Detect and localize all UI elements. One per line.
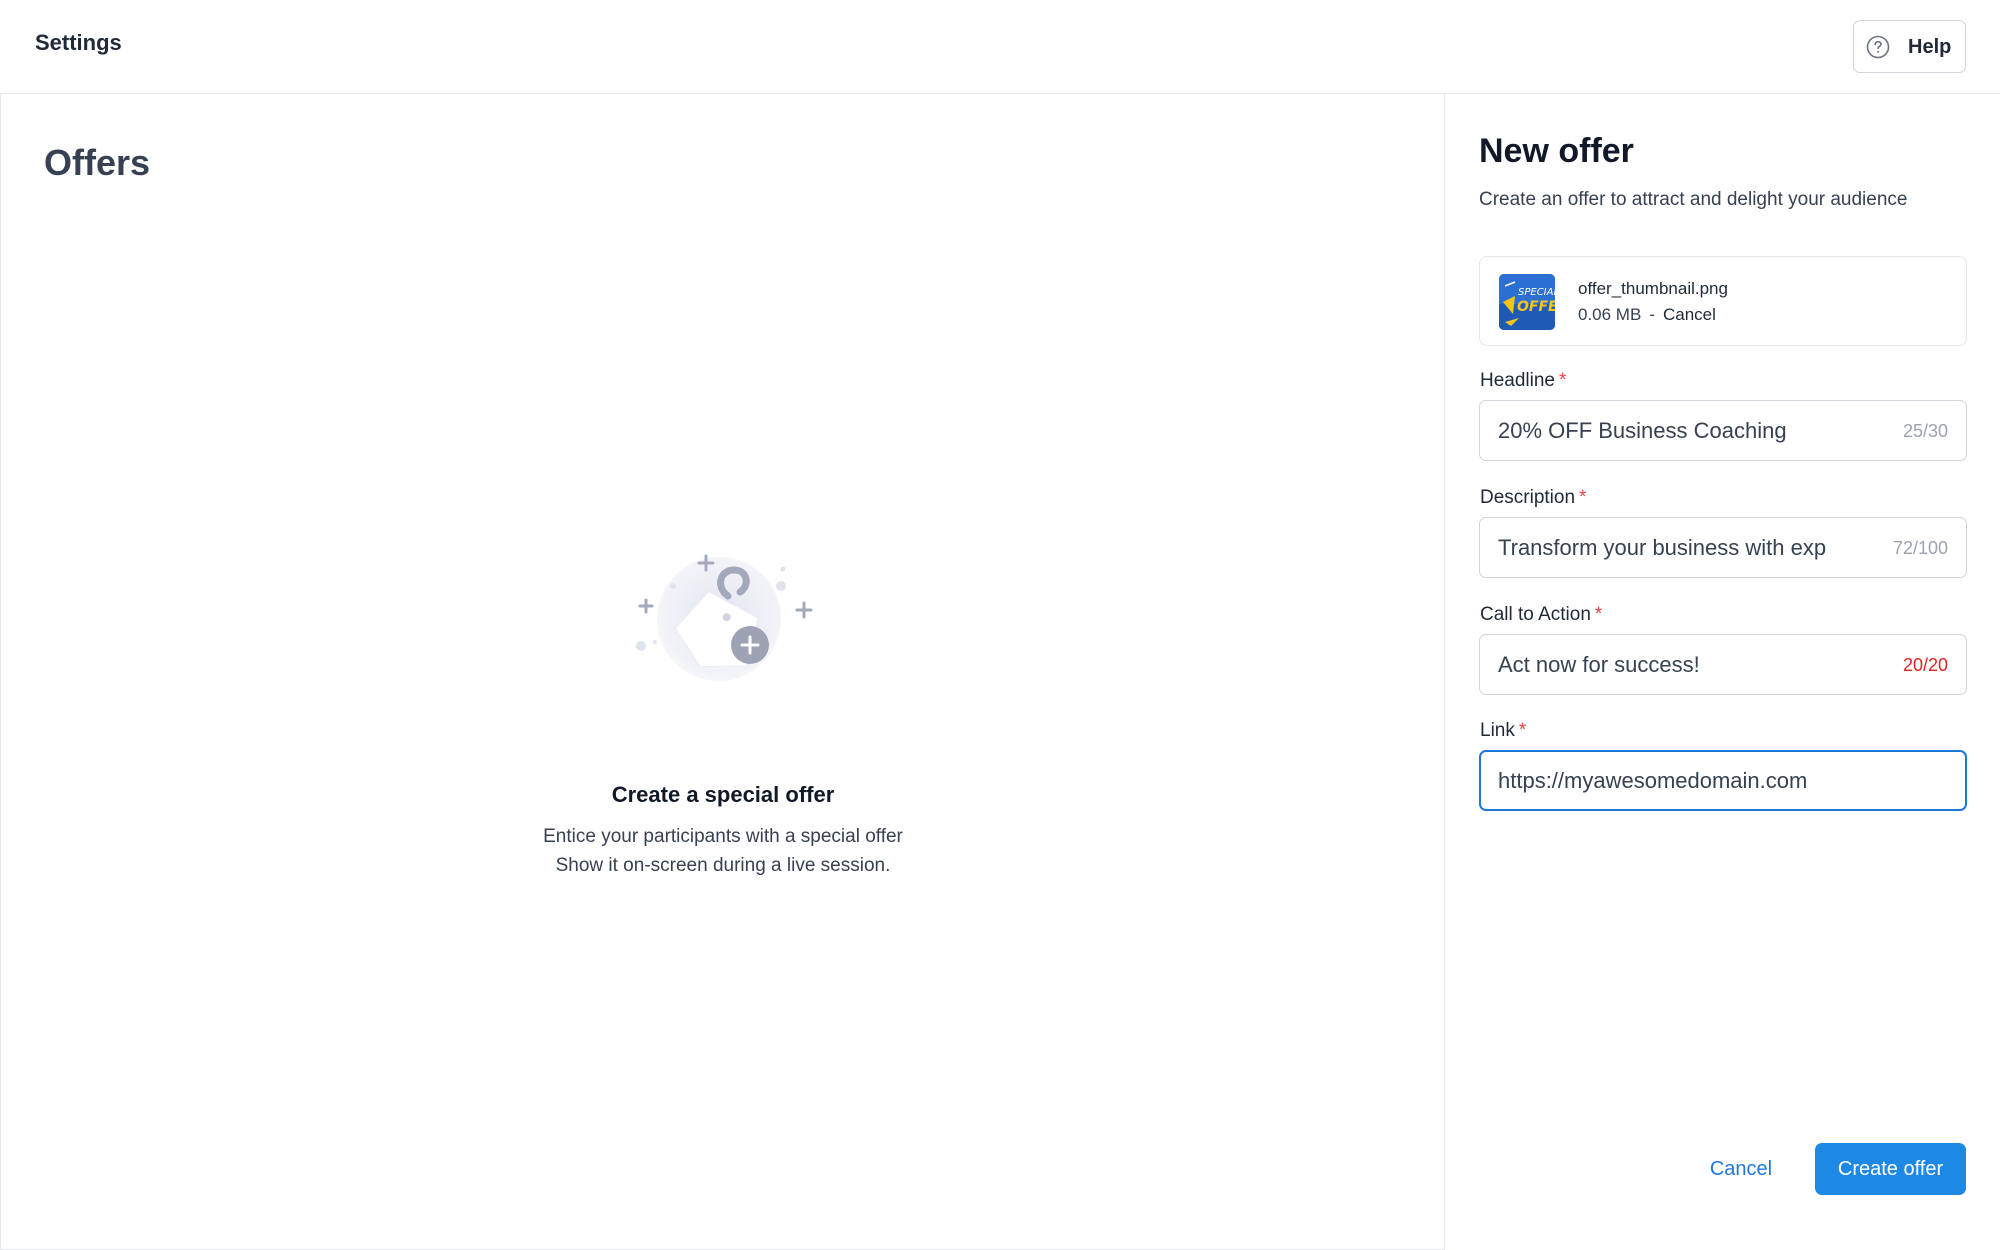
empty-state-line-1: Entice your participants with a special … [543, 826, 903, 847]
offer-tag-illustration-icon [636, 554, 813, 681]
cta-input[interactable]: Act now for success! 20/20 [1479, 634, 1967, 695]
required-marker: * [1518, 720, 1527, 741]
cta-label-text: Call to Action [1480, 604, 1591, 625]
top-bar: Settings Help [0, 0, 2000, 94]
empty-state-line-2: Show it on-screen during a live session. [555, 855, 891, 876]
link-label: Link * [1480, 720, 1526, 742]
cta-value: Act now for success! [1498, 652, 1700, 677]
question-circle-icon [1866, 35, 1890, 59]
required-marker: * [1559, 370, 1567, 391]
panel-title: New offer [1479, 132, 1634, 170]
file-upload-cancel-link[interactable]: Cancel [1663, 305, 1716, 325]
cancel-button[interactable]: Cancel [1688, 1143, 1794, 1195]
headline-value: 20% OFF Business Coaching [1498, 418, 1787, 443]
new-offer-panel: New offer Create an offer to attract and… [1444, 94, 2000, 1250]
svg-text:SPECIAL: SPECIAL [1518, 287, 1555, 298]
description-input[interactable]: Transform your business with exp 72/100 [1479, 517, 1967, 578]
file-name: offer_thumbnail.png [1578, 279, 1728, 298]
special-offer-thumbnail-icon: SPECIAL OFFER [1499, 274, 1555, 330]
offer-thumbnail-image: SPECIAL OFFER [1499, 274, 1555, 330]
cta-char-counter: 20/20 [1902, 655, 1948, 675]
file-meta-separator: - [1649, 305, 1655, 324]
description-char-counter: 72/100 [1892, 538, 1948, 558]
headline-label-text: Headline [1480, 370, 1555, 391]
required-marker: * [1594, 604, 1603, 625]
link-input[interactable]: https://myawesomedomain.com [1479, 750, 1967, 811]
uploaded-file-card: SPECIAL OFFER offer_thumbnail.png 0.06 M… [1479, 256, 1967, 346]
help-label: Help [1908, 36, 1952, 58]
file-size: 0.06 MB [1578, 305, 1642, 324]
cta-label: Call to Action * [1480, 604, 1602, 626]
page-title: Offers [44, 142, 151, 183]
description-label-text: Description [1480, 487, 1576, 508]
empty-state-heading: Create a special offer [611, 782, 835, 807]
description-label: Description * [1480, 487, 1586, 509]
create-offer-button[interactable]: Create offer [1815, 1143, 1966, 1195]
offers-main: Offers Create a special offer Entice you… [0, 94, 1444, 1250]
file-meta: 0.06 MB - Cancel [1578, 305, 1716, 325]
headline-label: Headline * [1480, 370, 1566, 392]
help-button[interactable]: Help [1853, 20, 1966, 73]
panel-subtitle: Create an offer to attract and delight y… [1479, 189, 1908, 210]
headline-char-counter: 25/30 [1902, 421, 1948, 441]
link-value: https://myawesomedomain.com [1498, 768, 1808, 793]
link-label-text: Link [1480, 720, 1515, 741]
required-marker: * [1579, 487, 1587, 508]
headline-input[interactable]: 20% OFF Business Coaching 25/30 [1479, 400, 1967, 461]
description-value: Transform your business with exp [1498, 535, 1827, 560]
settings-title: Settings [35, 30, 122, 55]
svg-text:OFFER: OFFER [1517, 299, 1555, 315]
